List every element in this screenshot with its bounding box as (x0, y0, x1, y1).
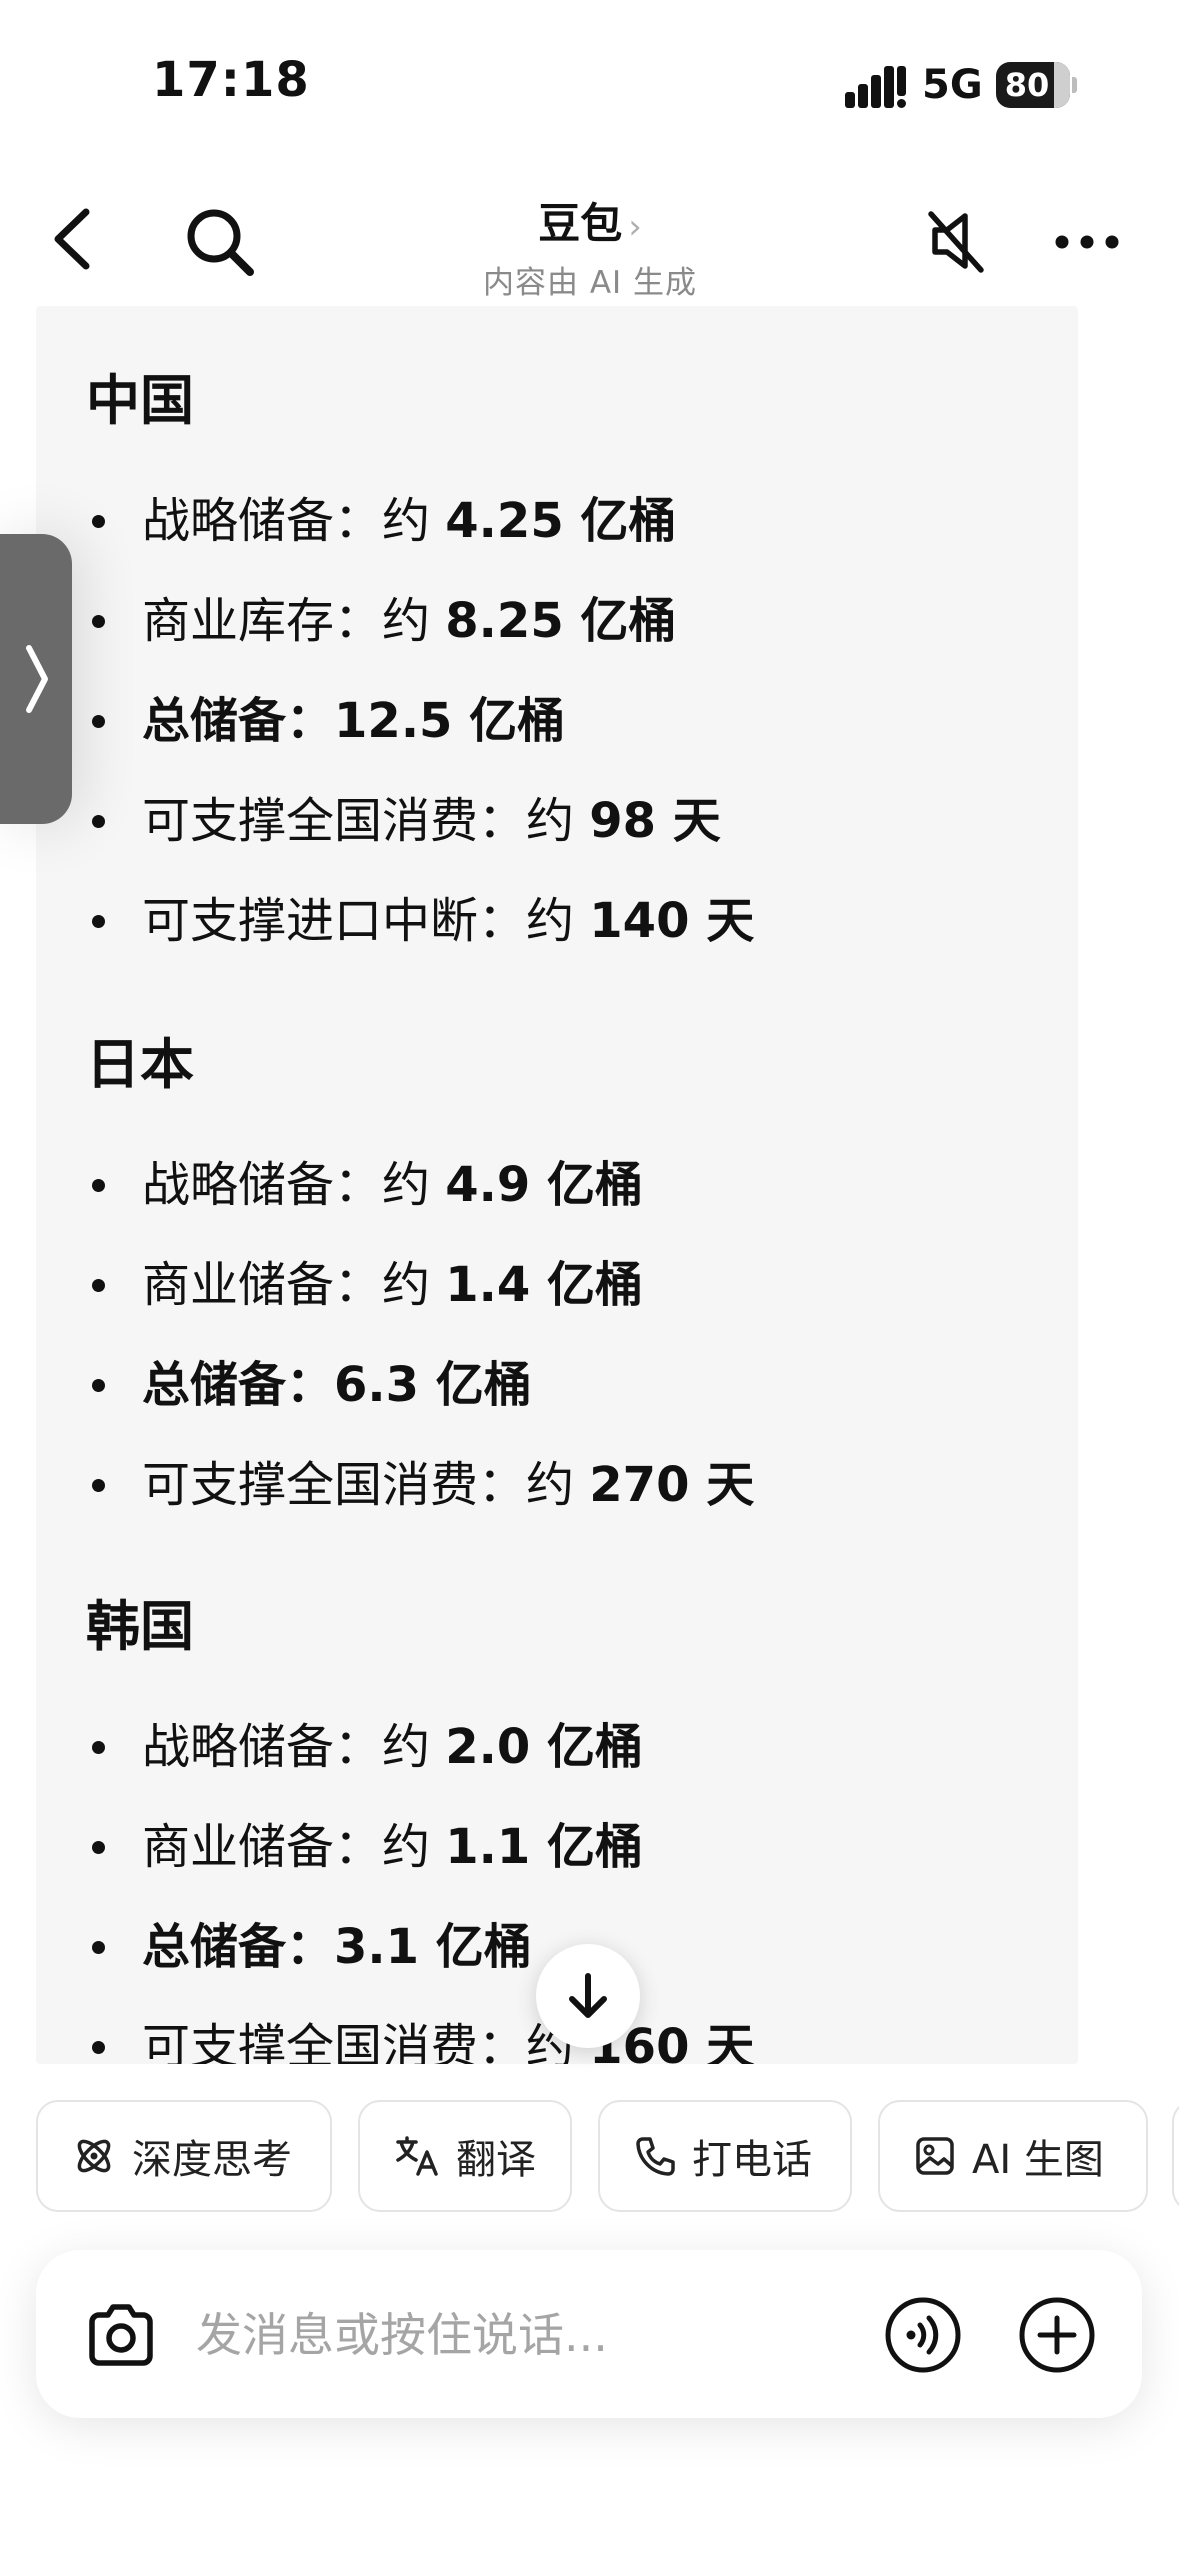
item-value: 4.9 亿桶 (445, 1157, 644, 1213)
deep-think-chip[interactable]: 深度思考 (36, 2100, 332, 2212)
chip-label: 深度思考 (132, 2137, 292, 2183)
status-bar: 17:18 5G 80 (0, 0, 1179, 150)
title-chevron-icon: › (628, 207, 642, 247)
item-value: 1.1 亿桶 (445, 1819, 644, 1875)
item-label: 商业储备： (142, 1257, 383, 1313)
battery-level: 80 (1004, 66, 1050, 104)
list-item: 可支撑全国消费：约 160 天 (86, 1997, 754, 2064)
list-item: 可支撑全国消费：约 98 天 (86, 771, 754, 871)
bullet-list: 战略储备：约 2.0 亿桶 商业储备：约 1.1 亿桶 总储备：3.1 亿桶 可支撑全… (86, 1697, 754, 2064)
list-item: 战略储备：约 4.25 亿桶 (86, 471, 754, 571)
item-label: 总储备： (142, 693, 335, 749)
item-label: 商业储备： (142, 1819, 383, 1875)
nav-header: 豆包 › 内容由 AI 生成 (0, 150, 1179, 302)
chip-label: 打电话 (692, 2137, 812, 2183)
signal-icon (845, 66, 906, 108)
ai-message-bubble: 中国 战略储备：约 4.25 亿桶 商业库存：约 8.25 亿桶 总储备：12.5 亿… (36, 306, 1078, 2064)
image-icon (916, 2137, 954, 2175)
item-prefix: 约 (526, 793, 590, 849)
item-prefix: 约 (526, 1457, 590, 1513)
item-value: 98 天 (589, 793, 721, 849)
item-label: 可支撑进口中断： (142, 893, 527, 949)
speaker-muted-icon[interactable] (925, 206, 987, 276)
network-type: 5G (922, 62, 983, 108)
chip-label: AI 生图 (972, 2137, 1104, 2183)
status-time: 17:18 (152, 52, 310, 108)
chevron-right-icon (26, 645, 48, 713)
search-icon[interactable] (182, 204, 258, 280)
camera-icon[interactable] (84, 2300, 158, 2370)
atom-icon (77, 2139, 111, 2173)
plus-icon[interactable] (1018, 2296, 1096, 2374)
item-prefix: 约 (382, 593, 446, 649)
item-label: 可支撑全国消费： (142, 1457, 527, 1513)
translate-chip[interactable]: 翻译 (358, 2100, 572, 2212)
phone-icon (636, 2137, 675, 2176)
quick-actions-row: 深度思考 翻译 打电话 AI 生图 (36, 2100, 1179, 2214)
list-item: 战略储备：约 2.0 亿桶 (86, 1697, 754, 1797)
item-prefix: 约 (382, 1257, 446, 1313)
voice-call-icon[interactable] (884, 2296, 962, 2374)
item-value: 4.25 亿桶 (445, 493, 677, 549)
item-value: 140 天 (589, 893, 755, 949)
list-item: 总储备：12.5 亿桶 (86, 671, 754, 771)
item-prefix: 约 (382, 1819, 446, 1875)
call-chip[interactable]: 打电话 (598, 2100, 852, 2212)
list-item: 商业储备：约 1.4 亿桶 (86, 1235, 754, 1335)
bullet-list: 战略储备：约 4.25 亿桶 商业库存：约 8.25 亿桶 总储备：12.5 亿桶可… (86, 471, 754, 971)
battery-icon: 80 (996, 62, 1077, 110)
list-item: 可支撑进口中断：约 140 天 (86, 871, 754, 971)
ai-image-chip[interactable]: AI 生图 (878, 2100, 1148, 2212)
scroll-to-bottom-button[interactable] (536, 1944, 640, 2048)
section-title: 中国 (86, 369, 194, 432)
item-value: 8.25 亿桶 (445, 593, 677, 649)
back-icon[interactable] (44, 204, 104, 274)
reserve-section: 日本 战略储备：约 4.9 亿桶 商业储备：约 1.4 亿桶 总储备：6.3 亿桶 可支… (86, 1020, 754, 1535)
more-chip-partial[interactable] (1172, 2100, 1179, 2212)
reserve-section: 韩国 战略储备：约 2.0 亿桶 商业储备：约 1.1 亿桶 总储备：3.1 亿桶 可支… (86, 1582, 754, 2064)
item-label: 战略储备： (142, 1157, 383, 1213)
list-item: 商业储备：约 1.1 亿桶 (86, 1797, 754, 1897)
arrow-down-icon (569, 1973, 607, 2018)
item-label: 可支撑全国消费： (142, 793, 527, 849)
chat-title[interactable]: 豆包 › 内容由 AI 生成 (380, 190, 800, 302)
item-value: 6.3 亿桶 (334, 1357, 532, 1413)
item-label: 可支撑全国消费： (142, 2019, 527, 2064)
item-value: 1.4 亿桶 (445, 1257, 644, 1313)
item-label: 商业库存： (142, 593, 383, 649)
list-item: 总储备：6.3 亿桶 (86, 1335, 754, 1435)
item-value: 2.0 亿桶 (445, 1719, 644, 1775)
page-title: 豆包 (538, 199, 623, 248)
item-prefix: 约 (382, 1719, 446, 1775)
chip-label: 翻译 (456, 2137, 536, 2183)
item-value: 3.1 亿桶 (334, 1919, 532, 1975)
section-title: 韩国 (86, 1595, 194, 1658)
list-item: 可支撑全国消费：约 270 天 (86, 1435, 754, 1535)
list-item: 总储备：3.1 亿桶 (86, 1897, 754, 1997)
bullet-list: 战略储备：约 4.9 亿桶 商业储备：约 1.4 亿桶 总储备：6.3 亿桶 可支撑全… (86, 1135, 754, 1535)
item-prefix: 约 (382, 1157, 446, 1213)
item-value: 12.5 亿桶 (334, 693, 566, 749)
item-label: 战略储备： (142, 493, 383, 549)
list-item: 战略储备：约 4.9 亿桶 (86, 1135, 754, 1235)
item-value: 270 天 (589, 1457, 755, 1513)
side-drawer-handle[interactable] (0, 534, 72, 824)
item-label: 总储备： (142, 1919, 335, 1975)
list-item: 商业库存：约 8.25 亿桶 (86, 571, 754, 671)
ai-disclaimer: 内容由 AI 生成 (482, 265, 698, 301)
item-prefix: 约 (526, 893, 590, 949)
item-label: 战略储备： (142, 1719, 383, 1775)
section-title: 日本 (86, 1033, 194, 1096)
more-icon[interactable] (1052, 230, 1122, 254)
item-label: 总储备： (142, 1357, 335, 1413)
message-input[interactable] (196, 2290, 896, 2380)
reserve-section: 中国 战略储备：约 4.25 亿桶 商业库存：约 8.25 亿桶 总储备：12.5 亿… (86, 356, 754, 971)
message-input-bar (36, 2250, 1142, 2418)
item-prefix: 约 (382, 493, 446, 549)
translate-icon (396, 2136, 438, 2176)
